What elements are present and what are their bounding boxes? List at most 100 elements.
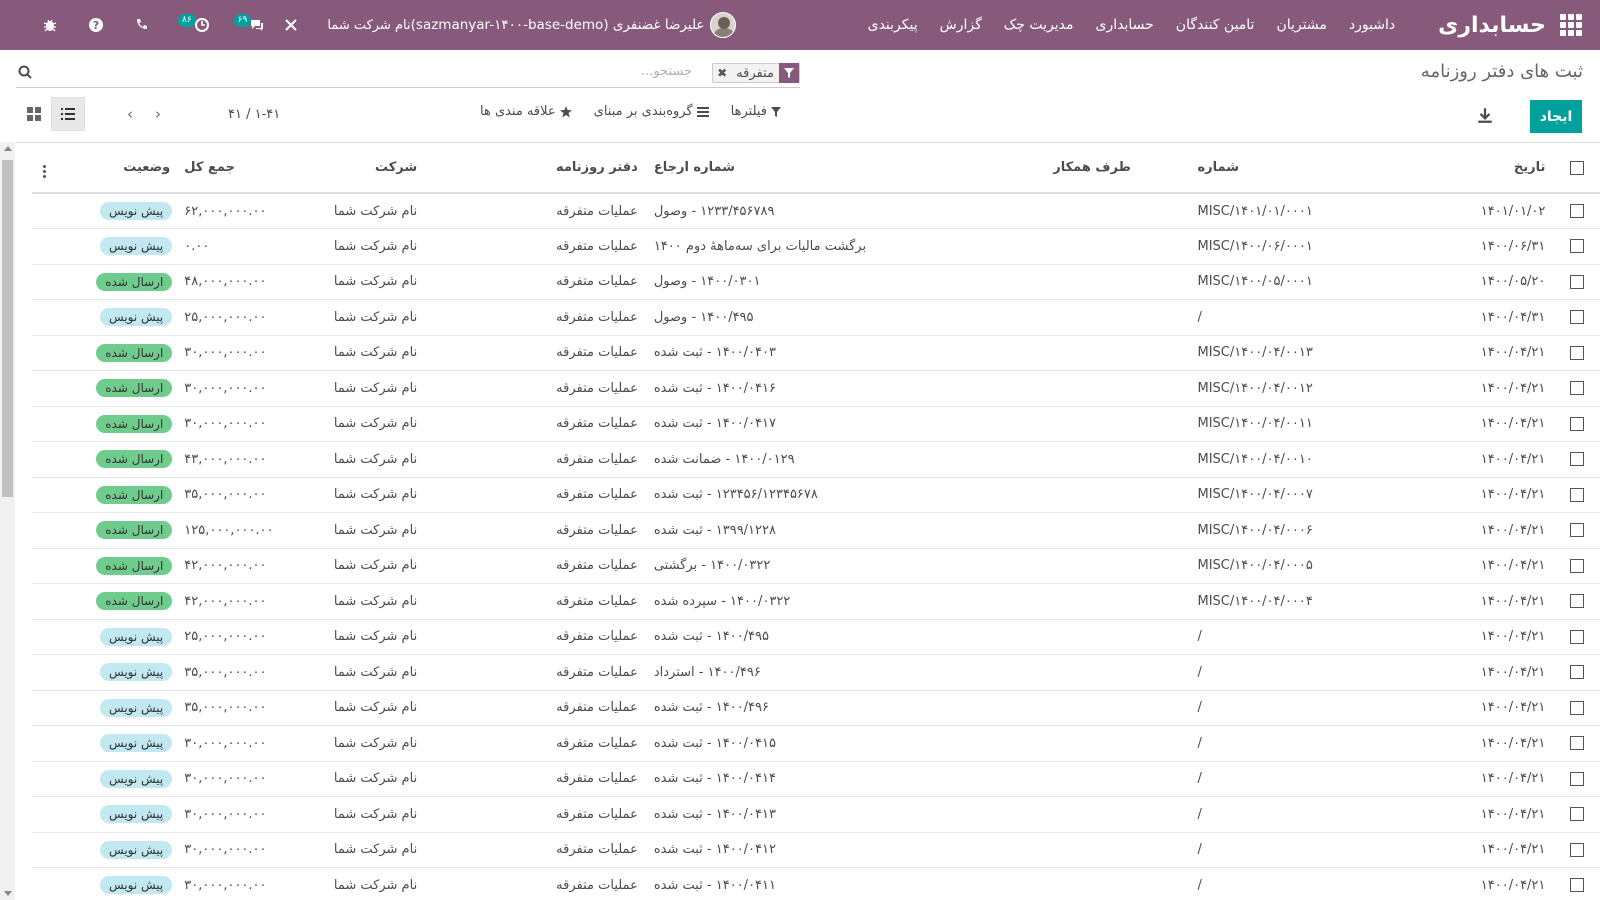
table-row[interactable]: ۱۴۰۰/۰۴/۲۱ MISC/۱۴۰۰/۰۴/۰۰۰۴ ۱۴۰۰/۰۳۲۲ - س… [32,583,1600,620]
search-facet[interactable]: متفرقه ✖ [712,63,800,83]
column-header-total[interactable]: جمع کل [176,143,294,194]
row-checkbox[interactable] [1569,310,1584,325]
cell-journal: عملیات متفرقه [477,583,646,620]
pager-next-button[interactable]: › [148,104,168,124]
table-row[interactable]: ۱۴۰۰/۰۴/۲۱/ ۱۴۰۰/۴۹۵ - ثبت شده عملیات متفر… [32,619,1600,655]
menu-item-vendors[interactable]: تامین کنندگان [1165,17,1266,33]
table-row[interactable]: ۱۴۰۰/۰۴/۲۱ MISC/۱۴۰۰/۰۴/۰۰۱۲ ۱۴۰۰/۰۴۱۶ - ث… [32,370,1600,407]
table-row[interactable]: ۱۴۰۰/۰۴/۲۱/ ۱۴۰۰/۰۴۱۳ - ثبت شده عملیات متف… [32,796,1600,833]
list-view-button[interactable] [51,97,85,131]
filters-dropdown[interactable]: فیلترها [731,104,782,119]
optional-columns-toggle[interactable] [32,143,55,194]
messages-button[interactable]: ۶۹ [233,13,266,33]
row-checkbox[interactable] [1569,878,1584,893]
cell-total: ۴۲,۰۰۰,۰۰۰.۰۰ [176,548,294,584]
cell-number: MISC/۱۴۰۰/۰۵/۰۰۰۱ [1189,264,1425,300]
row-checkbox[interactable] [1569,665,1584,680]
tools-button[interactable] [283,17,299,33]
table-row[interactable]: ۱۴۰۰/۰۴/۲۱ MISC/۱۴۰۰/۰۴/۰۰۱۳ ۱۴۰۰/۰۴۰۳ - ث… [32,335,1600,371]
table-row[interactable]: ۱۴۰۰/۰۴/۲۱/ ۱۴۰۰/۰۴۱۵ - ثبت شده عملیات متف… [32,725,1600,762]
cell-date: ۱۴۰۰/۰۵/۲۰ [1424,264,1554,300]
column-header-date[interactable]: تاریخ [1424,143,1554,194]
row-checkbox[interactable] [1569,700,1584,715]
table-row[interactable]: ۱۴۰۰/۰۴/۲۱/ ۱۴۰۰/۰۴۱۴ - ثبت شده عملیات متف… [32,761,1600,797]
menu-item-check-management[interactable]: مدیریت چک [993,17,1085,33]
app-title[interactable]: حسابداری [1438,13,1546,38]
pager: ‹ › ۱-۴۱ / ۴۱ [120,104,280,124]
kanban-view-button[interactable] [17,97,51,131]
row-checkbox[interactable] [1569,487,1584,502]
menu-item-accounting[interactable]: حسابداری [1085,17,1165,33]
column-header-status[interactable]: وضعیت [54,143,177,194]
menu-item-customers[interactable]: مشتریان [1265,17,1337,33]
row-checkbox[interactable] [1569,204,1584,218]
row-checkbox[interactable] [1569,629,1584,644]
cell-reference: ۱۴۰۰/۰۴۱۵ - ثبت شده [645,725,1046,762]
menu-item-dashboard[interactable]: داشبورد [1338,17,1406,33]
table-row[interactable]: ۱۴۰۰/۰۴/۲۱ MISC/۱۴۰۰/۰۴/۰۰۰۵ ۱۴۰۰/۰۳۲۲ - ب… [32,548,1600,584]
table-row[interactable]: ۱۴۰۱/۰۱/۰۲ MISC/۱۴۰۱/۰۱/۰۰۰۱ ۱۲۳۳/۴۵۶۷۸۹ -… [32,193,1600,229]
table-row[interactable]: ۱۴۰۰/۰۴/۲۱/ ۱۴۰۰/۴۹۶ - ثبت شده عملیات متفر… [32,690,1600,726]
status-badge: پیش نویس [100,308,173,327]
company-switcher[interactable]: نام شرکت شما [327,18,410,33]
search-icon[interactable] [18,65,32,79]
column-header-reference[interactable]: شماره ارجاع [645,143,1046,194]
row-checkbox[interactable] [1569,842,1584,857]
apps-menu-icon[interactable] [1560,14,1582,36]
row-checkbox[interactable] [1569,239,1584,254]
groupby-dropdown[interactable]: گروه‌بندی بر مبنای [594,104,709,119]
scroll-down-icon[interactable] [4,891,12,896]
facet-remove-icon[interactable]: ✖ [713,66,731,80]
pager-value[interactable]: ۱-۴۱ / ۴۱ [228,107,280,122]
table-row[interactable]: ۱۴۰۰/۰۴/۲۱ MISC/۱۴۰۰/۰۴/۰۰۰۷ ۱۲۳۴۵۶/۱۲۳۴۵۶… [32,477,1600,513]
cell-spacer [32,406,55,442]
voip-button[interactable] [134,17,150,33]
column-header-number[interactable]: شماره [1189,143,1425,194]
user-menu[interactable]: علیرضا غضنفری (sazmanyar-۱۴۰۰-base-demo) [411,12,737,38]
help-button[interactable]: ? [88,17,104,33]
column-header-company[interactable]: شرکت [293,143,478,194]
cell-status: پیش نویس [54,796,177,833]
cell-number: / [1189,832,1425,868]
create-button[interactable]: ایجاد [1530,100,1582,133]
row-checkbox[interactable] [1569,274,1584,289]
activities-button[interactable]: ۸۶ [178,13,210,33]
table-row[interactable]: ۱۴۰۰/۰۴/۳۱/ ۱۴۰۰/۴۹۵ - وصول عملیات متفرقه ن… [32,299,1600,336]
scroll-up-icon[interactable] [4,146,12,151]
select-all-checkbox[interactable] [1569,160,1584,175]
pager-previous-button[interactable]: ‹ [120,104,140,124]
row-checkbox[interactable] [1569,594,1584,609]
table-row[interactable]: ۱۴۰۰/۰۴/۲۱ MISC/۱۴۰۰/۰۴/۰۰۰۶ ۱۳۹۹/۱۲۲۸ - ث… [32,512,1600,549]
table-row[interactable]: ۱۴۰۰/۰۴/۲۱/ ۱۴۰۰/۴۹۶ - استرداد عملیات متفر… [32,654,1600,691]
cell-partner [1045,228,1190,265]
vertical-scrollbar[interactable] [0,142,15,900]
table-row[interactable]: ۱۴۰۰/۰۶/۳۱ MISC/۱۴۰۰/۰۶/۰۰۰۱ برگشت مالیات … [32,228,1600,265]
row-checkbox[interactable] [1569,558,1584,573]
table-row[interactable]: ۱۴۰۰/۰۴/۲۱/ ۱۴۰۰/۰۴۱۲ - ثبت شده عملیات متف… [32,832,1600,868]
row-checkbox[interactable] [1569,381,1584,396]
menu-item-reporting[interactable]: گزارش [929,17,993,33]
column-header-partner[interactable]: طرف همکار [1045,143,1190,194]
search-input[interactable]: جستجو... [641,64,692,79]
column-header-journal[interactable]: دفتر روزنامه [477,143,646,194]
phone-icon [137,19,147,29]
row-checkbox[interactable] [1569,523,1584,538]
cell-number: / [1189,761,1425,797]
table-row[interactable]: ۱۴۰۰/۰۴/۲۱ MISC/۱۴۰۰/۰۴/۰۰۱۰ ۱۴۰۰/۰۱۲۹ - ض… [32,441,1600,478]
scrollbar-thumb[interactable] [2,160,13,497]
row-checkbox[interactable] [1569,452,1584,467]
row-checkbox[interactable] [1569,416,1584,431]
debug-button[interactable] [42,17,58,33]
row-checkbox[interactable] [1569,736,1584,751]
row-checkbox[interactable] [1569,771,1584,786]
row-checkbox[interactable] [1569,807,1584,822]
favorites-dropdown[interactable]: علاقه مندی ها [480,104,572,119]
table-row[interactable]: ۱۴۰۰/۰۴/۲۱ MISC/۱۴۰۰/۰۴/۰۰۱۱ ۱۴۰۰/۰۴۱۷ - ث… [32,406,1600,442]
row-checkbox[interactable] [1569,345,1584,360]
cell-company: نام شرکت شما [293,477,478,513]
download-icon[interactable] [1476,106,1494,124]
table-row[interactable]: ۱۴۰۰/۰۵/۲۰ MISC/۱۴۰۰/۰۵/۰۰۰۱ ۱۴۰۰/۰۳۰۱ - و… [32,264,1600,300]
menu-item-configuration[interactable]: پیکربندی [857,17,929,33]
table-row[interactable]: ۱۴۰۰/۰۴/۲۱/ ۱۴۰۰/۰۴۱۱ - ثبت شده عملیات متف… [32,867,1600,900]
cell-partner [1045,264,1190,300]
